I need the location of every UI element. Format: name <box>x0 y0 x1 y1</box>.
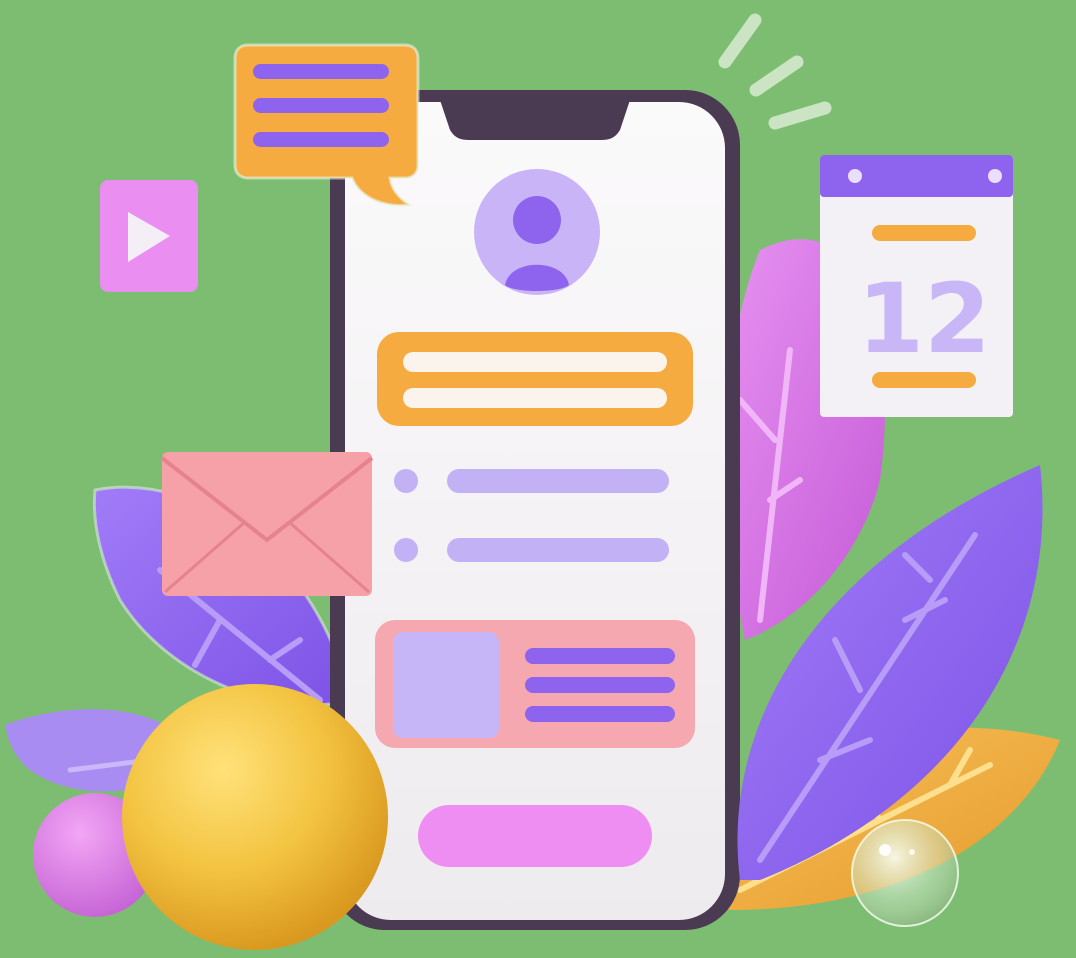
glass-sphere <box>851 819 959 927</box>
user-avatar-icon[interactable] <box>474 169 600 295</box>
calendar-day: 12 <box>857 263 991 375</box>
illustration-canvas: 12 <box>5 13 1060 950</box>
media-card[interactable] <box>375 620 695 748</box>
sparkle-lines <box>718 13 832 130</box>
phone-notch <box>440 100 630 140</box>
image-thumbnail <box>393 632 499 738</box>
illustration-scene: 12 <box>0 0 1076 958</box>
yellow-sphere <box>122 684 388 950</box>
envelope-icon[interactable] <box>160 452 374 596</box>
primary-button[interactable] <box>418 805 652 867</box>
play-icon[interactable] <box>100 180 198 292</box>
calendar-icon[interactable]: 12 <box>820 155 1013 417</box>
chat-bubble-icon[interactable] <box>233 43 420 208</box>
orange-text-block[interactable] <box>377 332 693 426</box>
